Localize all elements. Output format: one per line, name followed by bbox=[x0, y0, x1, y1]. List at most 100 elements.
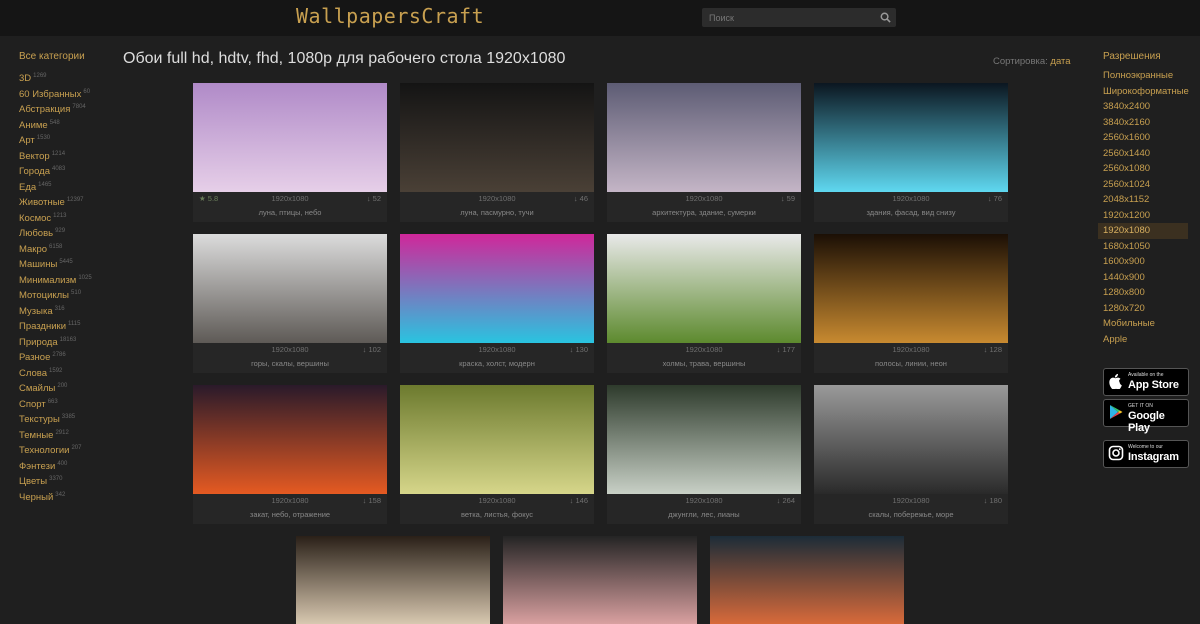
category-label[interactable]: 3D bbox=[19, 73, 31, 84]
category-label[interactable]: Природа bbox=[19, 337, 58, 348]
wallpaper-card[interactable]: 1920x1080 ↓ 158 закат, небо, отражение bbox=[193, 385, 387, 524]
wallpaper-thumbnail[interactable] bbox=[400, 385, 594, 494]
wallpaper-card[interactable] bbox=[503, 536, 697, 624]
category-label[interactable]: Мотоциклы bbox=[19, 290, 69, 301]
apple-badge[interactable]: Available on the App Store bbox=[1103, 368, 1189, 396]
category-item[interactable]: Макро 6158 bbox=[19, 240, 115, 256]
category-label[interactable]: Технологии bbox=[19, 445, 69, 456]
category-label[interactable]: Машины bbox=[19, 259, 57, 270]
wallpaper-card[interactable] bbox=[296, 536, 490, 624]
wallpaper-card[interactable] bbox=[710, 536, 904, 624]
resolution-item[interactable]: 3840x2160 bbox=[1098, 115, 1188, 131]
wallpaper-thumbnail[interactable] bbox=[193, 385, 387, 494]
category-item[interactable]: Космос 1213 bbox=[19, 209, 115, 225]
category-label[interactable]: 60 Избранных bbox=[19, 89, 81, 100]
category-item[interactable]: 60 Избранных 60 bbox=[19, 85, 115, 101]
category-item[interactable]: Аниме 548 bbox=[19, 116, 115, 132]
wallpaper-thumbnail[interactable] bbox=[814, 83, 1008, 192]
category-label[interactable]: Текстуры bbox=[19, 414, 60, 425]
wallpaper-card[interactable]: 1920x1080 ↓ 264 джунгли, лес, лианы bbox=[607, 385, 801, 524]
wallpaper-card[interactable]: 1920x1080 ↓ 46 луна, пасмурно, тучи bbox=[400, 83, 594, 222]
category-item[interactable]: Абстракция 7804 bbox=[19, 100, 115, 116]
all-categories-link[interactable]: Все категории bbox=[19, 51, 115, 62]
wallpaper-thumbnail[interactable] bbox=[193, 234, 387, 343]
category-label[interactable]: Минимализм bbox=[19, 275, 76, 286]
category-label[interactable]: Слова bbox=[19, 368, 47, 379]
category-item[interactable]: Фэнтези 400 bbox=[19, 457, 115, 473]
category-label[interactable]: Смайлы bbox=[19, 383, 55, 394]
resolution-item[interactable]: 2560x1600 bbox=[1098, 130, 1188, 146]
resolution-item[interactable]: 1680x1050 bbox=[1098, 239, 1188, 255]
wallpaper-thumbnail[interactable] bbox=[607, 83, 801, 192]
category-label[interactable]: Арт bbox=[19, 135, 35, 146]
category-item[interactable]: Вектор 1214 bbox=[19, 147, 115, 163]
search-icon[interactable] bbox=[880, 12, 891, 23]
category-item[interactable]: Текстуры 3385 bbox=[19, 410, 115, 426]
wallpaper-card[interactable]: 1920x1080 ↓ 128 полосы, линии, неон bbox=[814, 234, 1008, 373]
category-item[interactable]: Любовь 929 bbox=[19, 224, 115, 240]
resolution-item[interactable]: 1280x800 bbox=[1098, 285, 1188, 301]
category-item[interactable]: Мотоциклы 510 bbox=[19, 286, 115, 302]
category-item[interactable]: Арт 1530 bbox=[19, 131, 115, 147]
resolution-item[interactable]: 1280x720 bbox=[1098, 301, 1188, 317]
category-label[interactable]: Любовь bbox=[19, 228, 53, 239]
category-label[interactable]: Космос bbox=[19, 213, 51, 224]
wallpaper-card[interactable]: 1920x1080 ↓ 146 ветка, листья, фокус bbox=[400, 385, 594, 524]
resolution-item[interactable]: 1920x1200 bbox=[1098, 208, 1188, 224]
resolution-item[interactable]: Apple bbox=[1098, 332, 1188, 348]
resolution-item[interactable]: 2560x1080 bbox=[1098, 161, 1188, 177]
category-item[interactable]: Темные 2912 bbox=[19, 426, 115, 442]
instagram-badge[interactable]: Welcome to our Instagram bbox=[1103, 440, 1189, 468]
wallpaper-thumbnail[interactable] bbox=[607, 234, 801, 343]
resolution-item[interactable]: Мобильные bbox=[1098, 316, 1188, 332]
category-label[interactable]: Вектор bbox=[19, 151, 50, 162]
category-item[interactable]: Города 4083 bbox=[19, 162, 115, 178]
category-label[interactable]: Цветы bbox=[19, 476, 47, 487]
google-play-badge[interactable]: GET IT ON Google Play bbox=[1103, 399, 1189, 434]
category-item[interactable]: Смайлы 200 bbox=[19, 379, 115, 395]
resolution-item[interactable]: 2560x1024 bbox=[1098, 177, 1188, 193]
resolution-item[interactable]: Полноэкранные bbox=[1098, 68, 1188, 84]
category-label[interactable]: Города bbox=[19, 166, 50, 177]
category-item[interactable]: Спорт 663 bbox=[19, 395, 115, 411]
category-item[interactable]: Цветы 3370 bbox=[19, 472, 115, 488]
wallpaper-card[interactable]: 1920x1080 ↓ 177 холмы, трава, вершины bbox=[607, 234, 801, 373]
category-item[interactable]: Минимализм 1025 bbox=[19, 271, 115, 287]
category-label[interactable]: Аниме bbox=[19, 120, 48, 131]
category-label[interactable]: Праздники bbox=[19, 321, 66, 332]
wallpaper-card[interactable]: ★ 5.8 1920x1080 ↓ 52 луна, птицы, небо bbox=[193, 83, 387, 222]
site-logo[interactable]: WallpapersCraft bbox=[296, 4, 484, 28]
category-item[interactable]: Музыка 316 bbox=[19, 302, 115, 318]
wallpaper-thumbnail[interactable] bbox=[193, 83, 387, 192]
wallpaper-thumbnail[interactable] bbox=[296, 536, 490, 624]
category-item[interactable]: 3D 1269 bbox=[19, 69, 115, 85]
category-item[interactable]: Технологии 207 bbox=[19, 441, 115, 457]
category-label[interactable]: Животные bbox=[19, 197, 65, 208]
category-label[interactable]: Темные bbox=[19, 430, 53, 441]
wallpaper-card[interactable]: 1920x1080 ↓ 59 архитектура, здание, сумерк… bbox=[607, 83, 801, 222]
wallpaper-card[interactable]: 1920x1080 ↓ 130 краска, холст, модерн bbox=[400, 234, 594, 373]
wallpaper-thumbnail[interactable] bbox=[607, 385, 801, 494]
category-item[interactable]: Черный 342 bbox=[19, 488, 115, 504]
resolution-item[interactable]: 1600x900 bbox=[1098, 254, 1188, 270]
category-item[interactable]: Праздники 1115 bbox=[19, 317, 115, 333]
resolution-item[interactable]: 2560x1440 bbox=[1098, 146, 1188, 162]
category-item[interactable]: Разное 2786 bbox=[19, 348, 115, 364]
category-item[interactable]: Слова 1592 bbox=[19, 364, 115, 380]
wallpaper-thumbnail[interactable] bbox=[814, 234, 1008, 343]
category-item[interactable]: Животные 12397 bbox=[19, 193, 115, 209]
wallpaper-thumbnail[interactable] bbox=[400, 83, 594, 192]
category-label[interactable]: Еда bbox=[19, 182, 36, 193]
category-label[interactable]: Музыка bbox=[19, 306, 53, 317]
wallpaper-thumbnail[interactable] bbox=[400, 234, 594, 343]
category-label[interactable]: Макро bbox=[19, 244, 47, 255]
category-item[interactable]: Природа 18163 bbox=[19, 333, 115, 349]
wallpaper-card[interactable]: 1920x1080 ↓ 76 здания, фасад, вид снизу bbox=[814, 83, 1008, 222]
search-input[interactable] bbox=[702, 8, 877, 27]
wallpaper-thumbnail[interactable] bbox=[814, 385, 1008, 494]
resolution-item[interactable]: 3840x2400 bbox=[1098, 99, 1188, 115]
resolution-item[interactable]: 1920x1080 bbox=[1098, 223, 1188, 239]
category-label[interactable]: Фэнтези bbox=[19, 461, 55, 472]
wallpaper-thumbnail[interactable] bbox=[503, 536, 697, 624]
sort-value-link[interactable]: дата bbox=[1050, 56, 1070, 67]
